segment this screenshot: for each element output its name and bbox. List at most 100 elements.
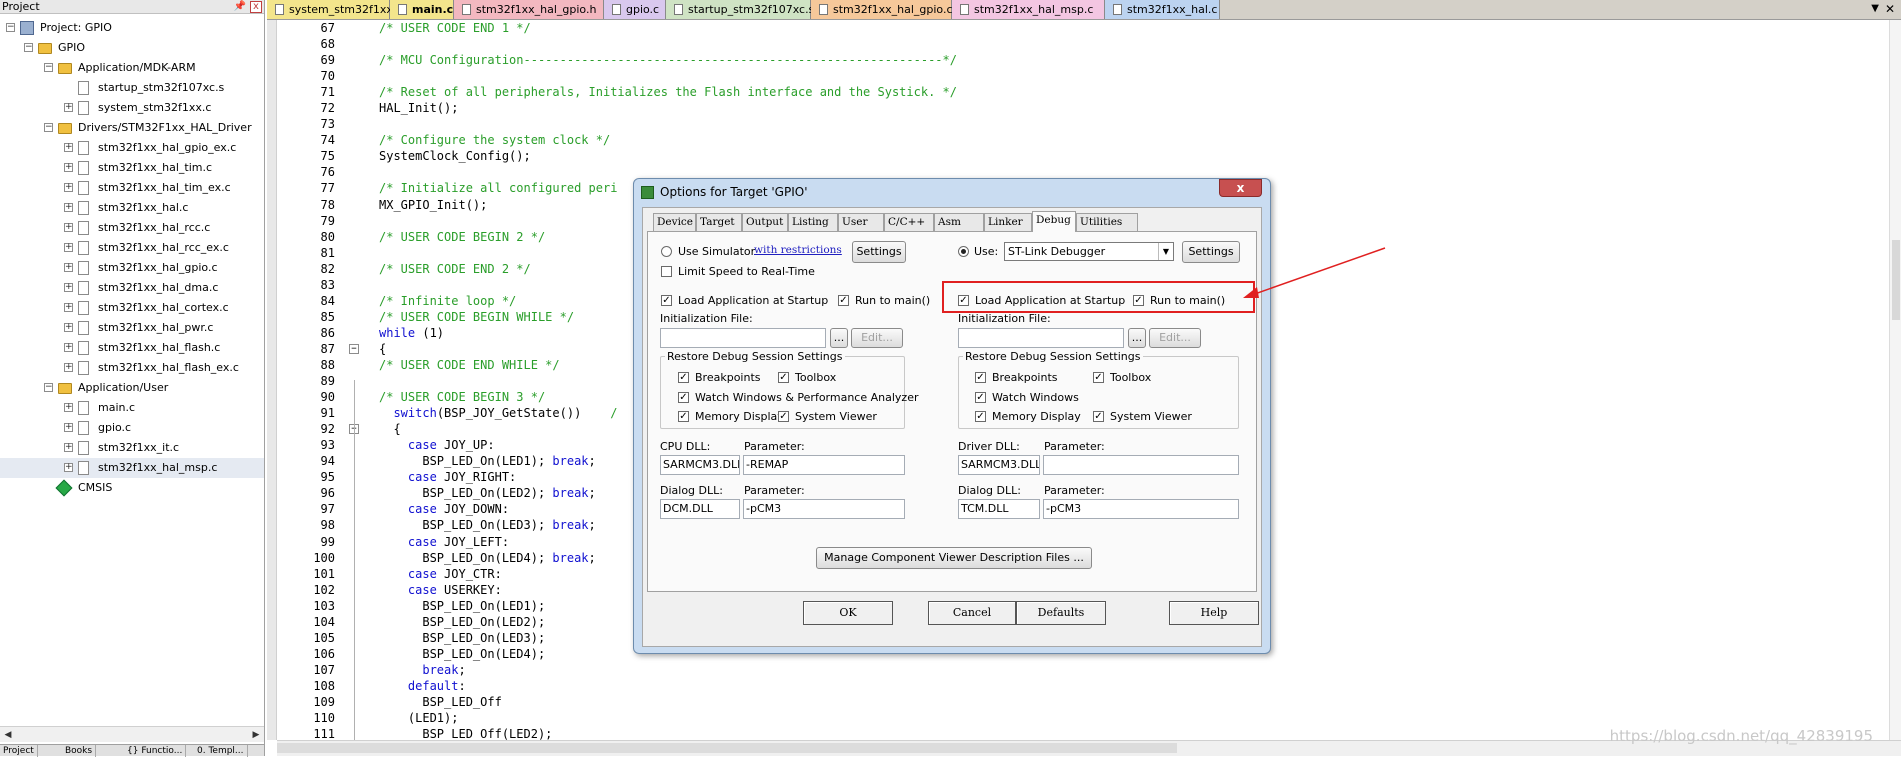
expand-icon[interactable]: + <box>64 423 73 432</box>
code-line[interactable]: 67 /* USER CODE END 1 */ <box>277 20 1877 36</box>
file-tab[interactable]: main.c <box>390 0 454 19</box>
expand-icon[interactable]: + <box>64 243 73 252</box>
tab-asm[interactable]: Asm <box>934 213 984 231</box>
file-tab[interactable]: startup_stm32f107xc.s <box>666 0 814 19</box>
tree-item[interactable]: + stm32f1xx_hal_msp.c <box>0 458 264 478</box>
tree-item[interactable]: − Project: GPIO <box>0 18 264 38</box>
expand-icon[interactable]: + <box>64 103 73 112</box>
tree-item[interactable]: + stm32f1xx_hal_rcc.c <box>0 218 264 238</box>
tree-item[interactable]: CMSIS <box>0 478 264 498</box>
code-line[interactable]: 69 /* MCU Configuration------------------… <box>277 52 1877 68</box>
expand-icon[interactable]: + <box>64 203 73 212</box>
limit-speed-checkbox[interactable] <box>661 266 672 277</box>
file-tab[interactable]: stm32f1xx_hal_gpio.c <box>811 0 953 19</box>
expand-icon[interactable]: + <box>64 143 73 152</box>
sim-system-viewer-checkbox[interactable]: ✓ <box>778 411 789 422</box>
editor-vertical-scrollbar[interactable] <box>1889 20 1901 740</box>
tree-item[interactable]: + stm32f1xx_hal_flash_ex.c <box>0 358 264 378</box>
tree-item[interactable]: + stm32f1xx_hal_cortex.c <box>0 298 264 318</box>
tree-item[interactable]: − GPIO <box>0 38 264 58</box>
ok-button[interactable]: OK <box>803 601 893 625</box>
scroll-right-icon[interactable]: ▶ <box>250 729 262 741</box>
use-debugger-radio[interactable] <box>958 246 969 257</box>
dbg-toolbox-checkbox[interactable]: ✓ <box>1093 372 1104 383</box>
expand-icon[interactable]: + <box>64 183 73 192</box>
manage-component-viewer-button[interactable]: Manage Component Viewer Description File… <box>816 547 1092 569</box>
tree-item[interactable]: + stm32f1xx_hal_gpio.c <box>0 258 264 278</box>
tab-debug[interactable]: Debug <box>1032 211 1076 232</box>
collapse-icon[interactable]: − <box>44 123 53 132</box>
tree-item[interactable]: + stm32f1xx_it.c <box>0 438 264 458</box>
sim-browse-button[interactable]: ... <box>830 328 848 348</box>
panel-tab-templates[interactable]: 0. Templ... <box>194 745 248 757</box>
expand-icon[interactable]: + <box>64 223 73 232</box>
file-tab[interactable]: gpio.c <box>604 0 666 19</box>
simulator-settings-button[interactable]: Settings <box>852 241 906 263</box>
expand-icon[interactable]: + <box>64 263 73 272</box>
tree-item[interactable]: + stm32f1xx_hal.c <box>0 198 264 218</box>
sim-breakpoints-checkbox[interactable]: ✓ <box>678 372 689 383</box>
expand-icon[interactable]: + <box>64 303 73 312</box>
expand-icon[interactable]: + <box>64 363 73 372</box>
driver-dll-input[interactable]: SARMCM3.DLL <box>958 455 1040 475</box>
pin-icon[interactable]: 📌 <box>234 0 246 14</box>
tab-listing[interactable]: Listing <box>788 213 838 231</box>
tab-linker[interactable]: Linker <box>984 213 1032 231</box>
code-line[interactable]: 108 default: <box>277 678 1877 694</box>
tab-list-dropdown-icon[interactable]: ▼ <box>1871 3 1879 14</box>
expand-icon[interactable]: + <box>64 163 73 172</box>
dbg-memory-checkbox[interactable]: ✓ <box>975 411 986 422</box>
tree-item[interactable]: + main.c <box>0 398 264 418</box>
code-line[interactable]: 72 HAL_Init(); <box>277 100 1877 116</box>
tab-output[interactable]: Output <box>742 213 788 231</box>
code-line[interactable]: 109 BSP_LED_Off <box>277 694 1877 710</box>
expand-icon[interactable]: + <box>64 343 73 352</box>
defaults-button[interactable]: Defaults <box>1016 601 1106 625</box>
panel-tab-functions[interactable]: {} Functio... <box>124 745 187 757</box>
scroll-thumb[interactable] <box>277 743 1177 753</box>
collapse-icon[interactable]: − <box>6 23 15 32</box>
tree-item[interactable]: − Application/User <box>0 378 264 398</box>
close-tab-icon[interactable]: ✕ <box>1885 2 1895 16</box>
code-line[interactable]: 68 <box>277 36 1877 52</box>
dbg-system-viewer-checkbox[interactable]: ✓ <box>1093 411 1104 422</box>
sim-load-app-checkbox[interactable]: ✓ <box>661 295 672 306</box>
expand-icon[interactable]: + <box>64 463 73 472</box>
close-icon[interactable]: x <box>250 1 262 13</box>
dbg-browse-button[interactable]: ... <box>1128 328 1146 348</box>
code-line[interactable]: 71 /* Reset of all peripherals, Initializ… <box>277 84 1877 100</box>
collapse-icon[interactable]: − <box>44 383 53 392</box>
expand-icon[interactable]: + <box>64 283 73 292</box>
file-tab[interactable]: system_stm32f1xx.h <box>267 0 403 19</box>
debugger-settings-button[interactable]: Settings <box>1182 241 1240 263</box>
sim-edit-button[interactable]: Edit... <box>851 328 903 348</box>
code-line[interactable]: 75 SystemClock_Config(); <box>277 148 1877 164</box>
expand-icon[interactable]: + <box>64 443 73 452</box>
file-tab[interactable]: stm32f1xx_hal_msp.c <box>952 0 1105 19</box>
with-restrictions-link[interactable]: with restrictions <box>754 244 842 256</box>
tab-c-cpp[interactable]: C/C++ <box>884 213 934 231</box>
chevron-down-icon[interactable]: ▼ <box>1158 243 1173 260</box>
panel-tab-books[interactable]: Books <box>62 745 97 757</box>
sim-toolbox-checkbox[interactable]: ✓ <box>778 372 789 383</box>
tree-item[interactable]: + gpio.c <box>0 418 264 438</box>
code-line[interactable]: 73 <box>277 116 1877 132</box>
tree-item[interactable]: + stm32f1xx_hal_dma.c <box>0 278 264 298</box>
dbg-dialog-dll-param-input[interactable]: -pCM3 <box>1043 499 1239 519</box>
cancel-button[interactable]: Cancel <box>928 601 1016 625</box>
cpu-dll-param-input[interactable]: -REMAP <box>743 455 905 475</box>
dialog-dll-param-input[interactable]: -pCM3 <box>743 499 905 519</box>
driver-dll-param-input[interactable] <box>1043 455 1239 475</box>
debugger-select[interactable]: ST-Link Debugger ▼ <box>1004 242 1174 261</box>
panel-tab-project[interactable]: Project <box>0 745 38 757</box>
tree-item[interactable]: + stm32f1xx_hal_flash.c <box>0 338 264 358</box>
tree-item[interactable]: + stm32f1xx_hal_tim_ex.c <box>0 178 264 198</box>
tree-item[interactable]: − Drivers/STM32F1xx_HAL_Driver <box>0 118 264 138</box>
expand-icon[interactable]: + <box>64 403 73 412</box>
tree-item[interactable]: − Application/MDK-ARM <box>0 58 264 78</box>
collapse-icon[interactable]: − <box>24 43 33 52</box>
tab-target[interactable]: Target <box>696 213 742 231</box>
sim-watch-checkbox[interactable]: ✓ <box>678 392 689 403</box>
tree-item[interactable]: + stm32f1xx_hal_pwr.c <box>0 318 264 338</box>
help-button[interactable]: Help <box>1169 601 1259 625</box>
